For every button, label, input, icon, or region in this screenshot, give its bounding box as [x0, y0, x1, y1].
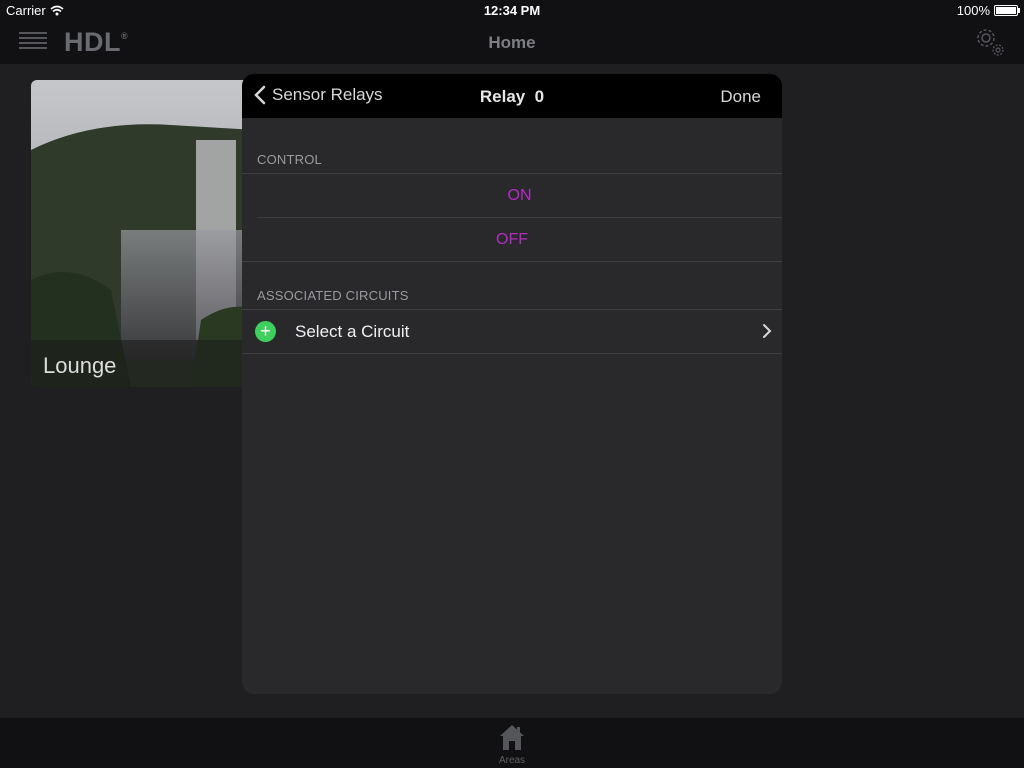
area-label: Lounge [43, 353, 117, 378]
modal-title: Relay 0 [479, 87, 545, 106]
settings-gear-icon[interactable] [974, 26, 1006, 58]
status-time: 12:34 PM [483, 3, 541, 18]
status-right: 100% [956, 3, 1020, 18]
tab-areas[interactable]: Areas [487, 722, 537, 766]
on-button[interactable]: ON [257, 174, 782, 218]
select-circuit-row[interactable]: + Select a Circuit [242, 309, 782, 354]
control-section-header: CONTROL [257, 152, 322, 167]
status-bar: Carrier 12:34 PM 100% [0, 0, 1024, 20]
home-icon [500, 725, 524, 750]
done-button[interactable]: Done [720, 87, 761, 107]
off-button[interactable]: OFF [242, 218, 782, 262]
waterfall-image [31, 80, 256, 387]
tab-bar: Areas [0, 718, 1024, 768]
tab-areas-label: Areas [498, 755, 526, 766]
relay-modal: Sensor Relays Relay 0 Done CONTROL ON OF… [242, 74, 782, 694]
select-circuit-label: Select a Circuit [295, 322, 410, 341]
battery-percent: 100% [956, 3, 990, 18]
nav-bar: HDL® Home [0, 20, 1024, 64]
battery-icon [994, 5, 1020, 16]
add-icon: + [255, 321, 276, 342]
area-card-lounge[interactable]: Lounge [31, 80, 256, 387]
chevron-right-icon [763, 324, 772, 338]
modal-header: Sensor Relays Relay 0 Done [242, 74, 782, 118]
circuits-section-header: ASSOCIATED CIRCUITS [257, 288, 409, 303]
page-title: Home [488, 33, 536, 52]
